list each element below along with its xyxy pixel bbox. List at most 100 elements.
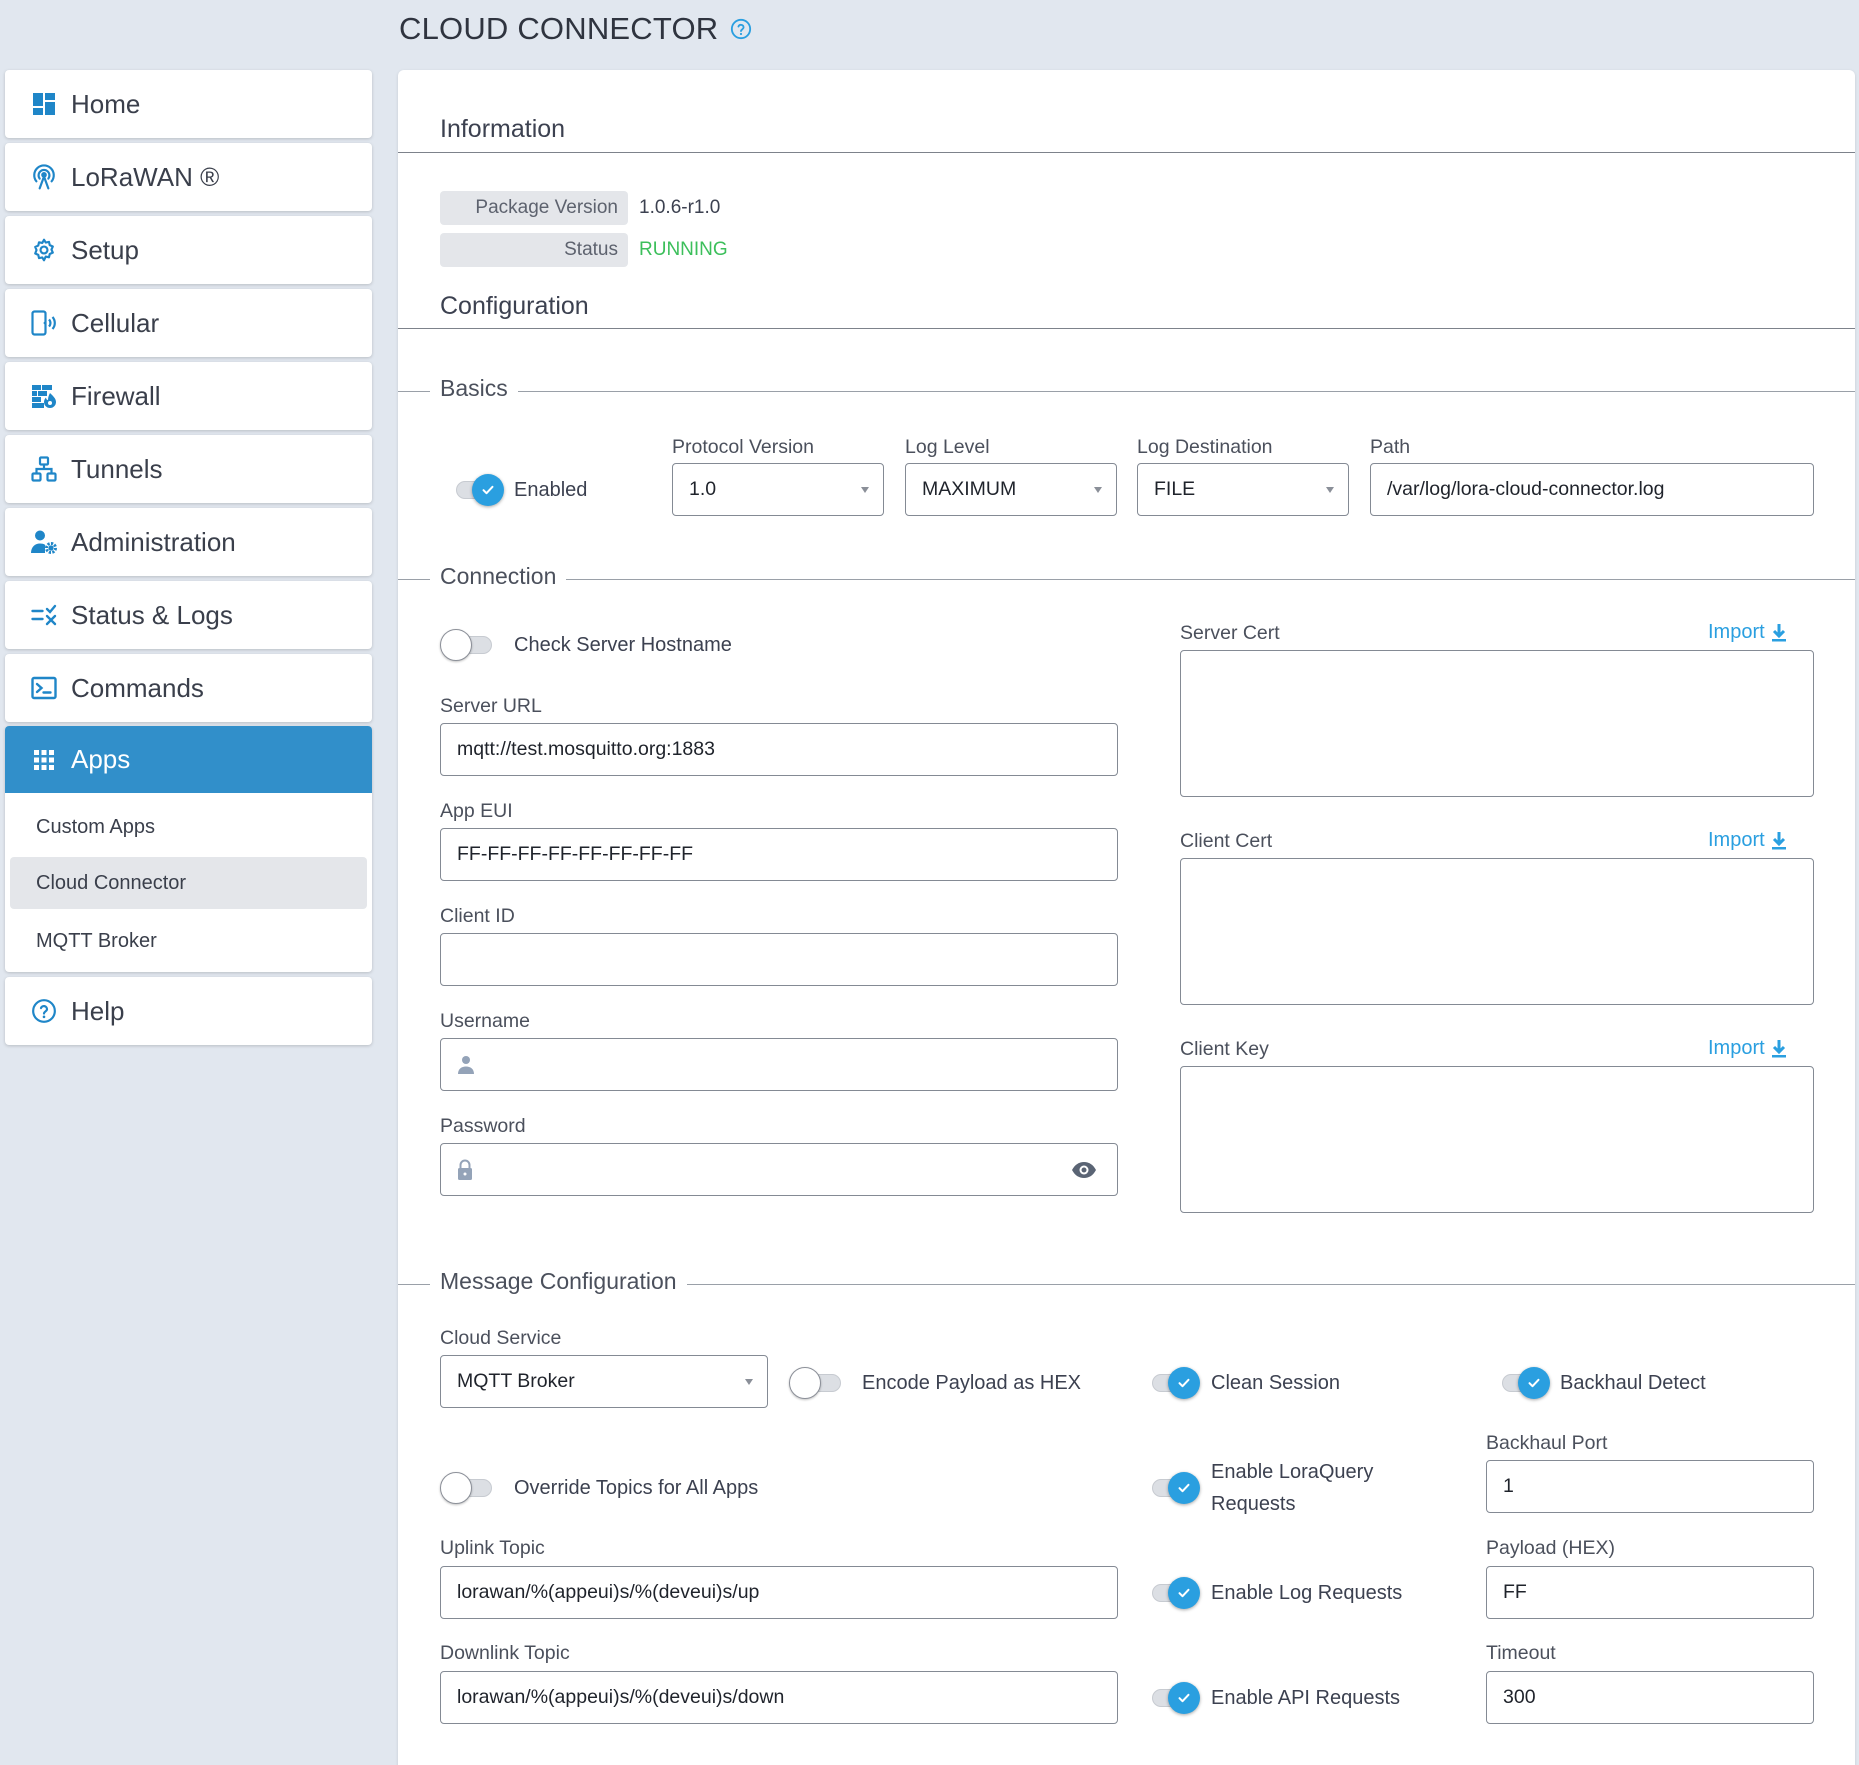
path-value: /var/log/lora-cloud-connector.log xyxy=(1387,478,1665,500)
import-label: Import xyxy=(1708,829,1765,851)
enable-loraquery-label-line2: Requests xyxy=(1211,1493,1296,1515)
override-topics-label: Override Topics for All Apps xyxy=(514,1477,759,1499)
check-icon xyxy=(1178,1483,1190,1493)
cellular-icon xyxy=(31,310,57,336)
downlink-topic-label: Downlink Topic xyxy=(440,1642,570,1664)
downlink-topic-value: lorawan/%(appeui)s/%(deveui)s/down xyxy=(457,1686,785,1708)
protocol-version-label: Protocol Version xyxy=(672,436,814,458)
sidebar-item-cellular[interactable]: Cellular xyxy=(5,289,372,357)
help-circle-icon[interactable] xyxy=(730,18,752,40)
main-panel: Information Package Version 1.0.6-r1.0 S… xyxy=(398,70,1855,1765)
username-input[interactable] xyxy=(440,1038,1118,1091)
enable-loraquery-label-line1: Enable LoraQuery xyxy=(1211,1461,1374,1483)
backhaul-port-label: Backhaul Port xyxy=(1486,1432,1608,1454)
protocol-version-value: 1.0 xyxy=(689,478,717,500)
information-divider xyxy=(398,152,1855,153)
sidebar-item-commands[interactable]: Commands xyxy=(5,654,372,722)
encode-payload-hex-label: Encode Payload as HEX xyxy=(862,1372,1082,1394)
basics-legend: Basics xyxy=(430,375,518,402)
sidebar-item-status-logs[interactable]: Status & Logs xyxy=(5,581,372,649)
download-icon xyxy=(1771,623,1786,641)
password-input[interactable] xyxy=(440,1143,1118,1196)
client-cert-label: Client Cert xyxy=(1180,830,1273,852)
payload-hex-input[interactable]: FF xyxy=(1486,1566,1814,1619)
log-level-select[interactable]: MAXIMUM xyxy=(905,463,1117,516)
server-cert-textarea[interactable] xyxy=(1180,650,1814,797)
sidebar-item-home[interactable]: Home xyxy=(5,70,372,138)
sidebar-item-help[interactable]: Help xyxy=(5,977,372,1045)
sidebar-item-label: Setup xyxy=(71,234,139,265)
protocol-version-select[interactable]: 1.0 xyxy=(672,463,884,516)
override-topics-toggle[interactable] xyxy=(440,1471,494,1505)
enable-loraquery-toggle[interactable] xyxy=(1146,1471,1200,1505)
cloud-service-select[interactable]: MQTT Broker xyxy=(440,1355,768,1408)
backhaul-detect-toggle[interactable] xyxy=(1496,1366,1550,1400)
enable-api-requests-toggle[interactable] xyxy=(1146,1681,1200,1715)
timeout-input[interactable]: 300 xyxy=(1486,1671,1814,1724)
log-destination-value: FILE xyxy=(1154,478,1196,500)
user-icon xyxy=(458,1055,474,1074)
chevron-down-icon xyxy=(1326,486,1334,493)
eye-icon[interactable] xyxy=(1071,1161,1097,1179)
client-cert-textarea[interactable] xyxy=(1180,858,1814,1005)
sidebar-item-firewall[interactable]: Firewall xyxy=(5,362,372,430)
basics-divider xyxy=(398,391,1855,392)
clean-session-label: Clean Session xyxy=(1211,1372,1340,1394)
client-key-import-button[interactable]: Import xyxy=(1708,1037,1787,1060)
user-gear-icon xyxy=(31,529,57,555)
enable-log-requests-label: Enable Log Requests xyxy=(1211,1582,1403,1604)
log-level-value: MAXIMUM xyxy=(922,478,1017,500)
client-id-label: Client ID xyxy=(440,905,515,927)
path-input[interactable]: /var/log/lora-cloud-connector.log xyxy=(1370,463,1814,516)
import-label: Import xyxy=(1708,1037,1765,1059)
check-server-hostname-toggle[interactable] xyxy=(440,628,494,662)
sidebar-subitem-cloud-connector[interactable]: Cloud Connector xyxy=(10,857,367,909)
server-url-input[interactable]: mqtt://test.mosquitto.org:1883 xyxy=(440,723,1118,776)
sidebar-item-setup[interactable]: Setup xyxy=(5,216,372,284)
toggle-knob xyxy=(1168,1472,1200,1504)
server-url-value: mqtt://test.mosquitto.org:1883 xyxy=(457,738,715,760)
toggle-knob xyxy=(1168,1577,1200,1609)
sidebar-item-label: Administration xyxy=(71,526,236,557)
check-icon xyxy=(482,485,494,495)
sidebar-subitem-custom-apps[interactable]: Custom Apps xyxy=(10,801,367,853)
sidebar-item-label: Home xyxy=(71,88,141,119)
backhaul-port-input[interactable]: 1 xyxy=(1486,1460,1814,1513)
client-cert-import-button[interactable]: Import xyxy=(1708,829,1787,852)
log-level-label: Log Level xyxy=(905,436,990,458)
configuration-divider xyxy=(398,328,1855,329)
payload-hex-value: FF xyxy=(1503,1581,1527,1603)
connection-divider xyxy=(398,579,1855,580)
server-cert-import-button[interactable]: Import xyxy=(1708,621,1787,644)
clean-session-toggle[interactable] xyxy=(1146,1366,1200,1400)
sidebar-item-lorawan[interactable]: LoRaWAN ® xyxy=(5,143,372,211)
sidebar-subitem-mqtt-broker[interactable]: MQTT Broker xyxy=(10,915,367,967)
download-icon xyxy=(1771,831,1786,849)
sidebar-item-apps[interactable]: Apps xyxy=(5,726,372,793)
enable-log-requests-toggle[interactable] xyxy=(1146,1576,1200,1610)
check-icon xyxy=(1178,1693,1190,1703)
antenna-icon xyxy=(31,164,57,190)
toggle-knob xyxy=(440,629,472,661)
app-eui-input[interactable]: FF-FF-FF-FF-FF-FF-FF-FF xyxy=(440,828,1118,881)
sidebar-item-label: Cellular xyxy=(71,307,160,338)
downlink-topic-input[interactable]: lorawan/%(appeui)s/%(deveui)s/down xyxy=(440,1671,1118,1724)
client-key-label: Client Key xyxy=(1180,1038,1269,1060)
server-cert-label: Server Cert xyxy=(1180,622,1280,644)
sidebar-item-tunnels[interactable]: Tunnels xyxy=(5,435,372,503)
backhaul-port-value: 1 xyxy=(1503,1475,1514,1497)
list-check-icon xyxy=(31,602,57,628)
page-title: CLOUD CONNECTOR xyxy=(399,8,752,50)
log-destination-select[interactable]: FILE xyxy=(1137,463,1349,516)
chevron-down-icon xyxy=(1094,486,1102,493)
password-label: Password xyxy=(440,1115,526,1137)
sidebar-item-administration[interactable]: Administration xyxy=(5,508,372,576)
check-icon xyxy=(1528,1378,1540,1388)
encode-payload-hex-toggle[interactable] xyxy=(789,1366,843,1400)
client-id-input[interactable] xyxy=(440,933,1118,986)
import-label: Import xyxy=(1708,621,1765,643)
client-key-textarea[interactable] xyxy=(1180,1066,1814,1213)
uplink-topic-label: Uplink Topic xyxy=(440,1537,545,1559)
enabled-toggle[interactable] xyxy=(450,473,504,507)
uplink-topic-input[interactable]: lorawan/%(appeui)s/%(deveui)s/up xyxy=(440,1566,1118,1619)
